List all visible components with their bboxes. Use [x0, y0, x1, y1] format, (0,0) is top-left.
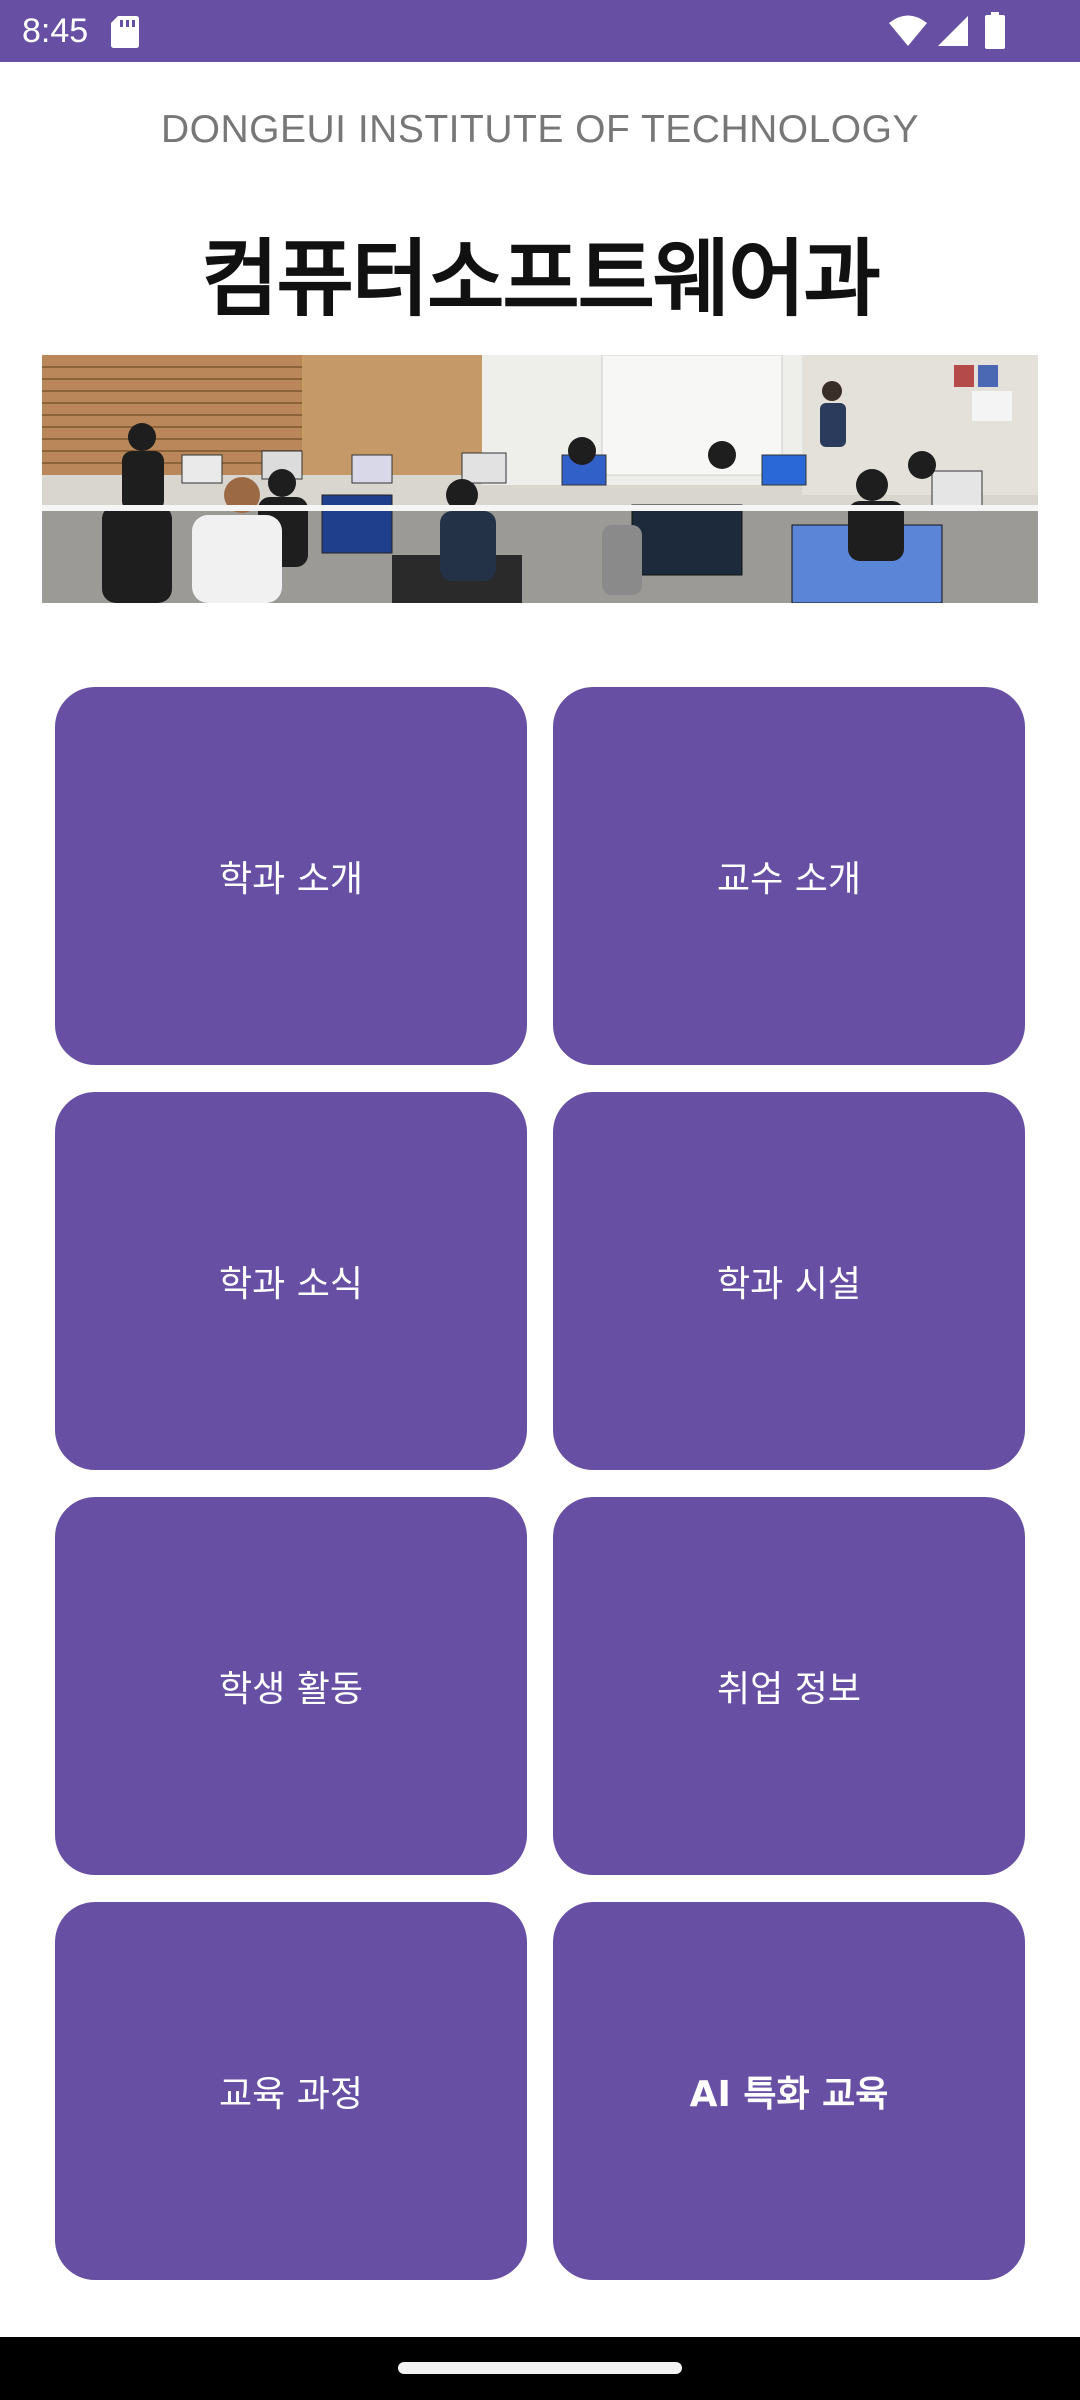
- menu-student-activities-button[interactable]: 학생 활동: [55, 1497, 527, 1875]
- sd-card-icon: [111, 16, 139, 48]
- menu-item-label: AI 특화 교육: [689, 2074, 889, 2115]
- battery-icon: [985, 12, 1005, 49]
- signal-icon: [938, 16, 968, 46]
- menu-ai-education-button[interactable]: AI 특화 교육: [553, 1902, 1025, 2280]
- menu-professor-intro-button[interactable]: 교수 소개: [553, 687, 1025, 1065]
- institute-name: DONGEUI INSTITUTE OF TECHNOLOGY: [160, 108, 919, 151]
- menu-dept-facilities-button[interactable]: 학과 시설: [553, 1092, 1025, 1470]
- menu-item-label: 학과 소식: [219, 1264, 363, 1305]
- menu-dept-intro-button[interactable]: 학과 소개: [55, 687, 527, 1065]
- menu-dept-news-button[interactable]: 학과 소식: [55, 1092, 527, 1470]
- page-title: 컴퓨터소프트웨어과: [201, 230, 881, 328]
- menu-item-label: 학과 소개: [219, 859, 363, 900]
- status-bar: 8:45: [0, 0, 1080, 62]
- menu-item-label: 교수 소개: [717, 859, 861, 900]
- status-time: 8:45: [22, 12, 89, 50]
- menu-curriculum-button[interactable]: 교육 과정: [55, 1902, 527, 2280]
- menu-item-label: 학과 시설: [717, 1264, 861, 1305]
- menu-employment-info-button[interactable]: 취업 정보: [553, 1497, 1025, 1875]
- menu-item-label: 취업 정보: [717, 1669, 861, 1710]
- wifi-icon: [889, 15, 927, 46]
- menu-item-label: 학생 활동: [219, 1669, 363, 1710]
- home-gesture-handle[interactable]: [398, 2362, 682, 2374]
- classroom-photo-icon: [42, 355, 1038, 603]
- menu-item-label: 교육 과정: [219, 2074, 363, 2115]
- banner-image: [42, 355, 1038, 603]
